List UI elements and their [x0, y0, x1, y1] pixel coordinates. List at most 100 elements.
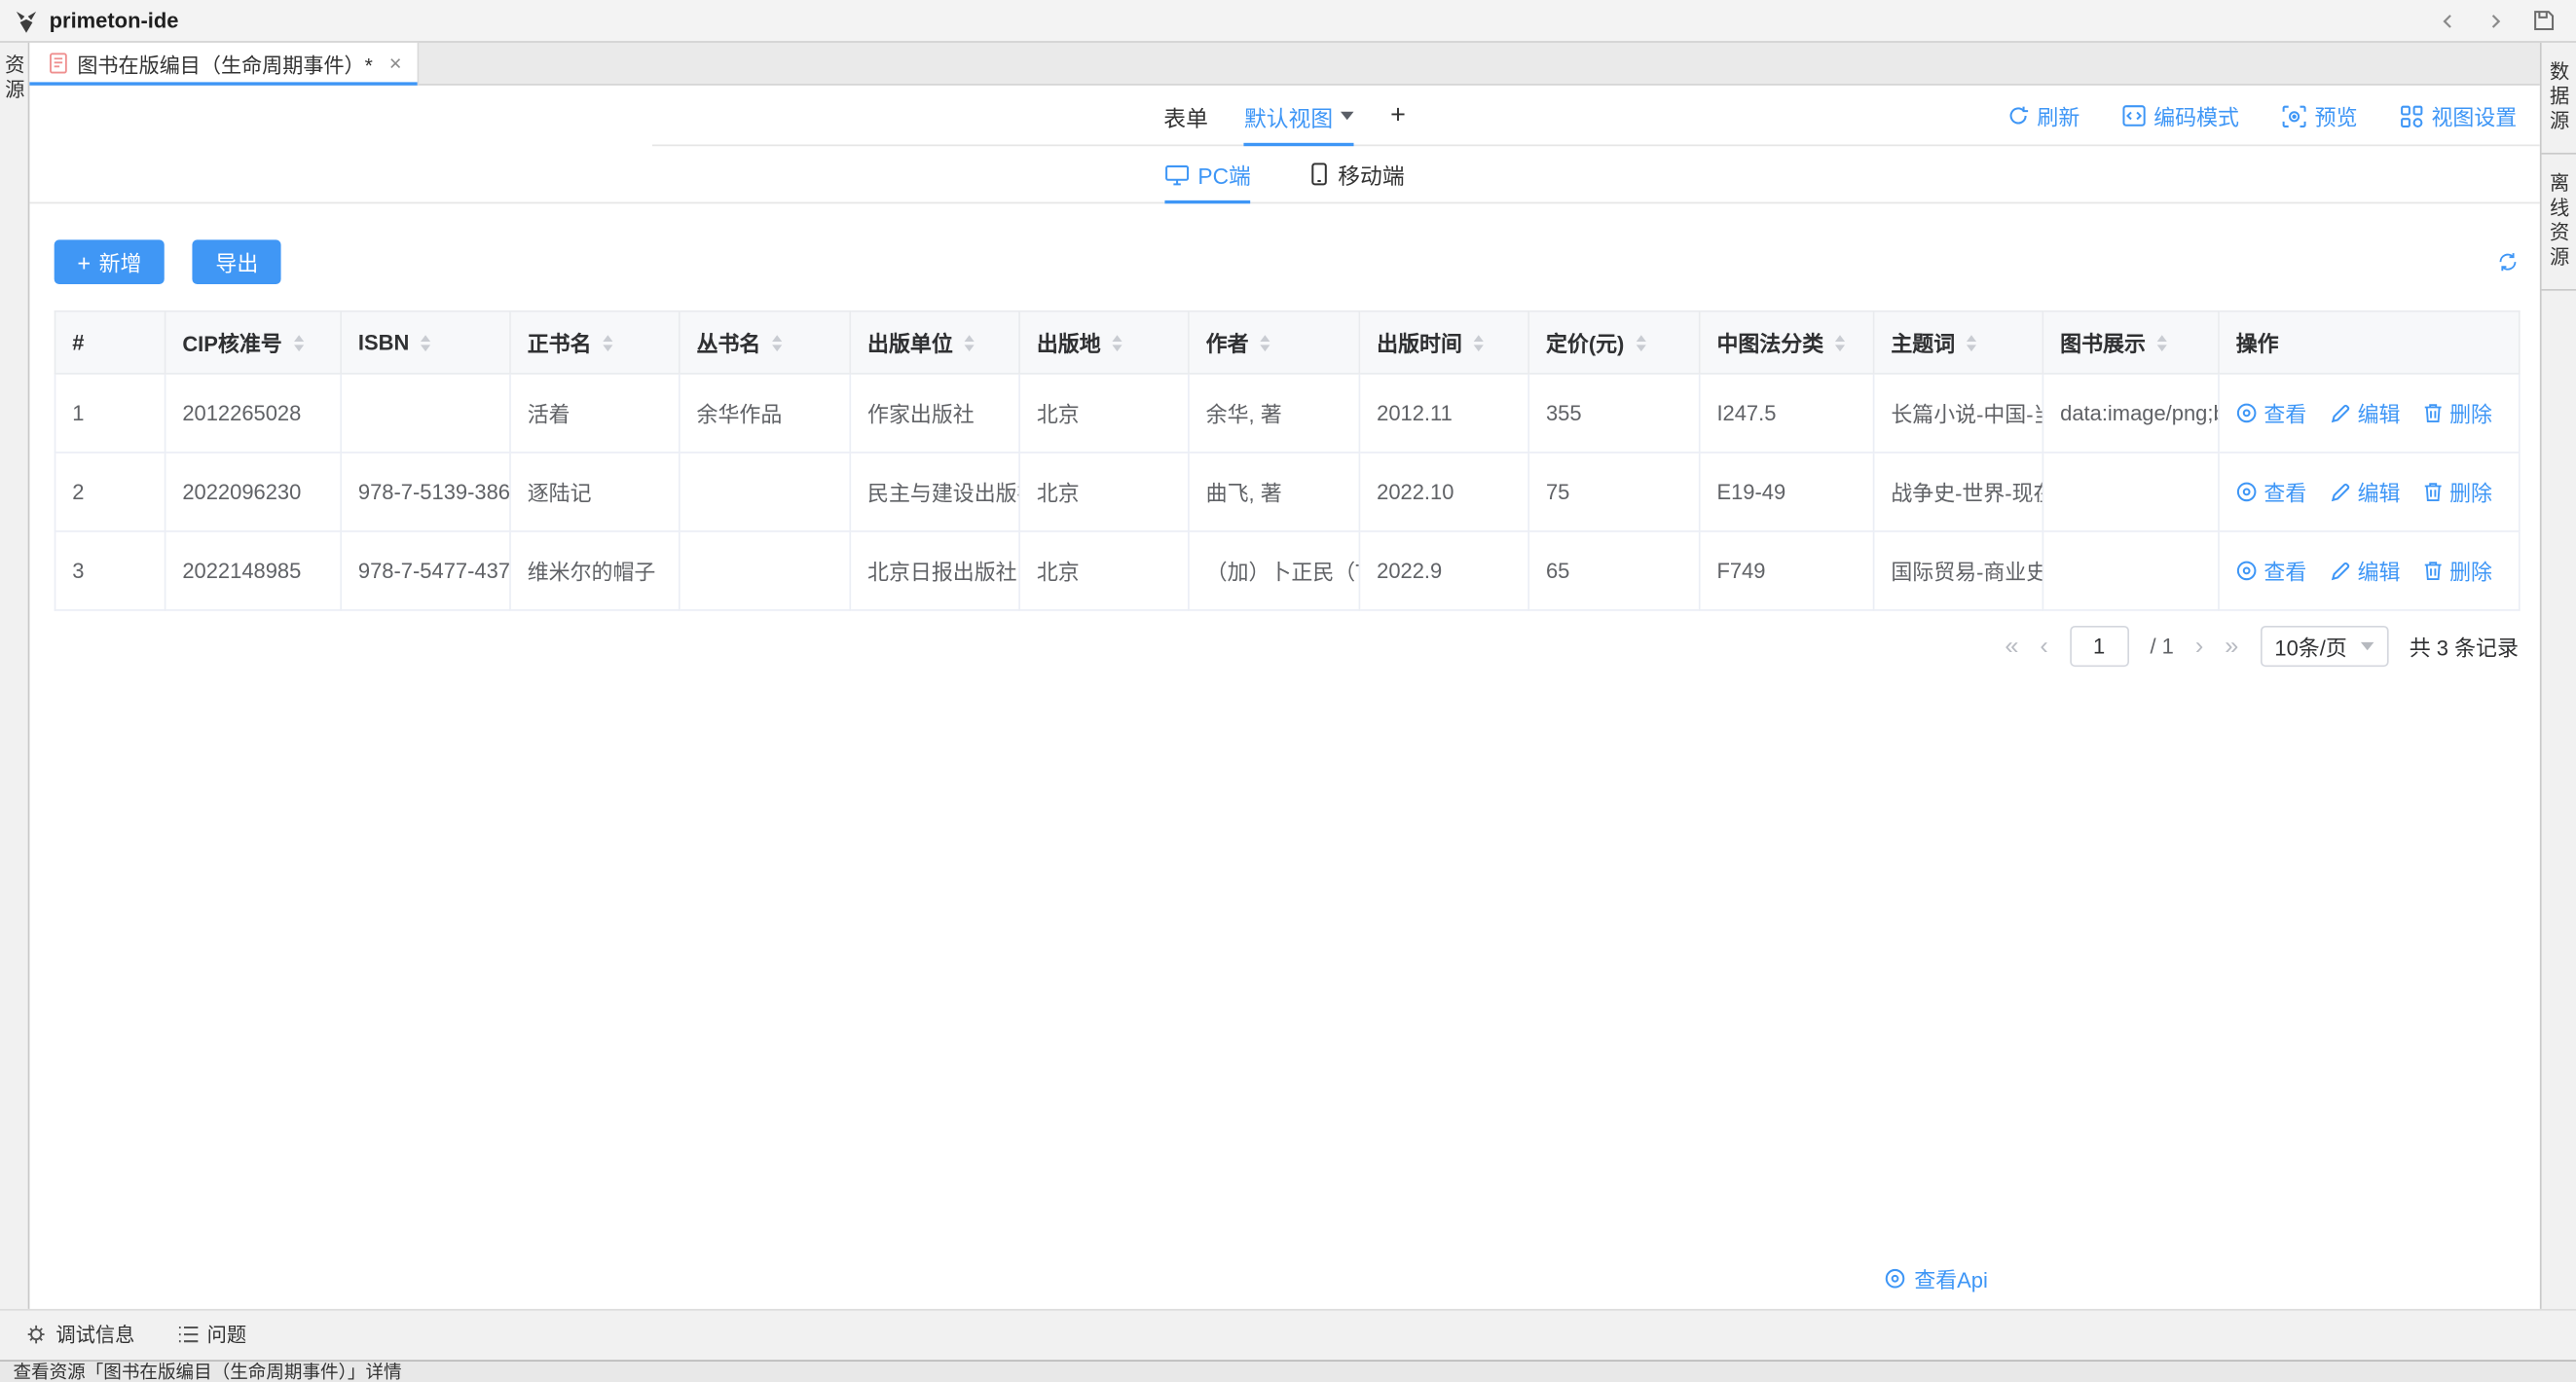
next-page-button[interactable]: ›	[2195, 634, 2203, 658]
table-cell: 余华, 著	[1189, 374, 1360, 453]
page-size-select[interactable]: 10条/页	[2260, 626, 2388, 667]
table-refresh-button[interactable]	[2497, 251, 2519, 273]
nav-forward-button[interactable]	[2484, 9, 2508, 32]
sort-caret-icon[interactable]	[1474, 334, 1484, 350]
table-cell: 2012.11	[1359, 374, 1528, 453]
sidebar-item-resources[interactable]: 资源	[1, 55, 27, 104]
column-label: 定价(元)	[1546, 332, 1624, 356]
table-cell: 2022096230	[166, 453, 342, 531]
column-header-0: #	[55, 311, 166, 374]
nav-back-button[interactable]	[2437, 9, 2460, 32]
column-label: 出版地	[1037, 332, 1101, 356]
file-tab[interactable]: 图书在版编目（生命周期事件）* ×	[29, 43, 420, 84]
action-label: 删除	[2449, 476, 2492, 507]
tab-mobile[interactable]: 移动端	[1310, 146, 1405, 201]
tab-form[interactable]: 表单	[1163, 86, 1208, 146]
tab-pc[interactable]: PC端	[1165, 146, 1251, 201]
table-cell: 维米尔的帽子	[510, 531, 680, 610]
table-cell	[680, 453, 851, 531]
column-header-12[interactable]: 图书展示	[2042, 311, 2219, 374]
preview-button[interactable]: 预览	[2282, 100, 2358, 131]
delete-action-link[interactable]: 删除	[2423, 555, 2492, 586]
column-label: CIP核准号	[182, 332, 281, 356]
add-button[interactable]: + 新增	[55, 239, 165, 284]
first-page-button[interactable]: «	[2005, 634, 2018, 658]
sort-caret-icon[interactable]	[1835, 334, 1845, 350]
table-cell: 北京日报出版社	[850, 531, 1019, 610]
table-cell: 作家出版社	[850, 374, 1019, 453]
view-action-link[interactable]: 查看	[2236, 476, 2307, 507]
center-column: 图书在版编目（生命周期事件）* × 表单 默认视图 + 刷新	[29, 43, 2540, 1308]
sort-caret-icon[interactable]	[1112, 334, 1122, 350]
sort-caret-icon[interactable]	[772, 334, 782, 350]
close-icon[interactable]: ×	[389, 53, 402, 74]
column-header-13: 操作	[2219, 311, 2520, 374]
sort-caret-icon[interactable]	[965, 334, 975, 350]
edit-action-link[interactable]: 编辑	[2330, 397, 2401, 428]
table-cell: 1	[55, 374, 166, 453]
table-cell: 北京	[1019, 374, 1189, 453]
table-cell: 曲飞, 著	[1189, 453, 1360, 531]
grid-icon	[2400, 104, 2423, 127]
edit-action-link[interactable]: 编辑	[2330, 476, 2401, 507]
table-row: 22022096230978-7-5139-3866逐陆记民主与建设出版社北京曲…	[55, 453, 2520, 531]
sidebar-item-offline-resources[interactable]: 离线资源	[2542, 155, 2576, 291]
page-input[interactable]: 1	[2070, 626, 2129, 667]
export-button[interactable]: 导出	[193, 239, 281, 284]
delete-action-link[interactable]: 删除	[2423, 397, 2492, 428]
delete-action-link[interactable]: 删除	[2423, 476, 2492, 507]
preview-icon	[2282, 104, 2306, 127]
code-mode-button[interactable]: 编码模式	[2122, 100, 2239, 131]
column-header-9[interactable]: 定价(元)	[1528, 311, 1700, 374]
debug-info-button[interactable]: 调试信息	[24, 1321, 134, 1349]
column-label: 操作	[2236, 332, 2279, 356]
issues-button[interactable]: 问题	[177, 1321, 246, 1349]
file-tab-title: 图书在版编目（生命周期事件）*	[77, 48, 373, 79]
trash-icon	[2423, 560, 2443, 581]
column-header-2[interactable]: ISBN	[341, 311, 510, 374]
sort-caret-icon[interactable]	[294, 334, 304, 350]
view-settings-button[interactable]: 视图设置	[2400, 100, 2517, 131]
column-header-5[interactable]: 出版单位	[850, 311, 1019, 374]
table-cell: E19-49	[1700, 453, 1874, 531]
last-page-button[interactable]: »	[2225, 634, 2238, 658]
sort-caret-icon[interactable]	[1636, 334, 1645, 350]
view-action-link[interactable]: 查看	[2236, 555, 2307, 586]
table-cell: 余华作品	[680, 374, 851, 453]
save-button[interactable]	[2531, 8, 2556, 32]
refresh-button[interactable]: 刷新	[2007, 100, 2079, 131]
sort-caret-icon[interactable]	[1967, 334, 1976, 350]
table-cell: 长篇小说-中国-当	[1874, 374, 2043, 453]
column-header-6[interactable]: 出版地	[1019, 311, 1189, 374]
sort-caret-icon[interactable]	[603, 334, 612, 350]
column-label: #	[72, 331, 84, 355]
prev-page-button[interactable]: ‹	[2040, 634, 2047, 658]
trash-icon	[2423, 481, 2443, 502]
column-header-10[interactable]: 中图法分类	[1700, 311, 1874, 374]
column-label: 图书展示	[2060, 332, 2146, 356]
table-cell: 民主与建设出版社	[850, 453, 1019, 531]
column-header-3[interactable]: 正书名	[510, 311, 680, 374]
actions-cell: 查看编辑 删除	[2219, 374, 2520, 453]
column-header-4[interactable]: 丛书名	[680, 311, 851, 374]
column-header-1[interactable]: CIP核准号	[166, 311, 342, 374]
view-api-link[interactable]: 查看Api	[1885, 1262, 1988, 1293]
column-header-11[interactable]: 主题词	[1874, 311, 2043, 374]
view-icon	[2236, 402, 2258, 423]
sort-caret-icon[interactable]	[421, 335, 430, 351]
column-label: 中图法分类	[1716, 332, 1823, 356]
tab-default-view[interactable]: 默认视图	[1244, 86, 1354, 146]
table-cell: F749	[1700, 531, 1874, 610]
view-icon	[2236, 560, 2258, 581]
view-action-link[interactable]: 查看	[2236, 397, 2307, 428]
sort-caret-icon[interactable]	[1260, 334, 1270, 350]
sidebar-item-datasource[interactable]: 数据源	[2542, 43, 2576, 155]
sort-caret-icon[interactable]	[2157, 334, 2167, 350]
file-tab-strip: 图书在版编目（生命周期事件）* ×	[29, 43, 2540, 86]
view-icon	[1885, 1267, 1906, 1289]
column-header-7[interactable]: 作者	[1189, 311, 1360, 374]
add-view-button[interactable]: +	[1390, 101, 1406, 130]
column-header-8[interactable]: 出版时间	[1359, 311, 1528, 374]
action-label: 删除	[2449, 397, 2492, 428]
edit-action-link[interactable]: 编辑	[2330, 555, 2401, 586]
